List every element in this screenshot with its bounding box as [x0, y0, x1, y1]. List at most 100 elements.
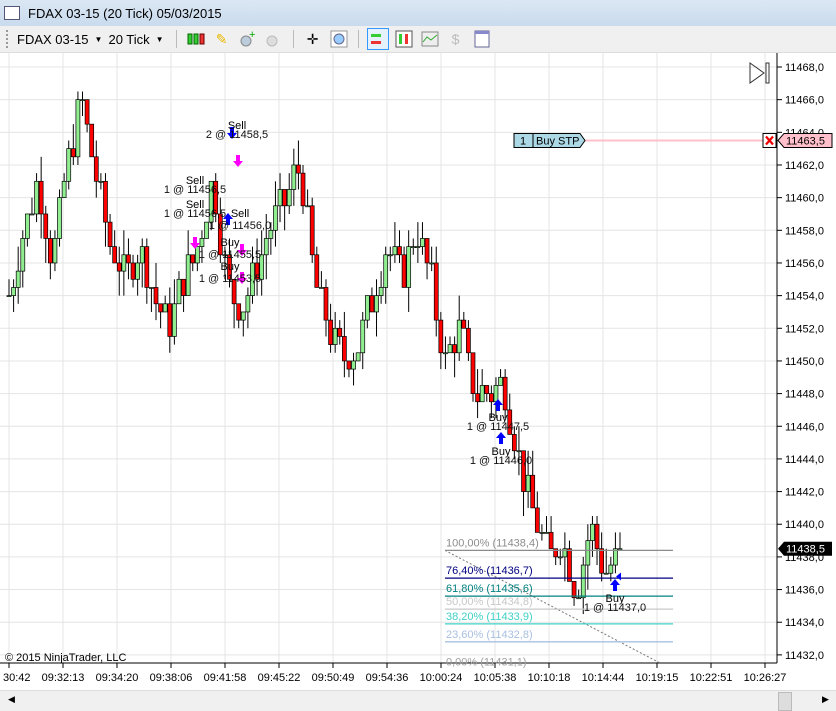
title-bar: FDAX 03-15 (20 Tick) 05/03/2015	[0, 0, 836, 26]
candle-body	[599, 548, 604, 574]
candle-body	[84, 99, 90, 125]
candlestick-style-icon[interactable]	[185, 28, 207, 50]
instrument-selector[interactable]: FDAX 03-15 ▼	[17, 32, 102, 47]
time-tick-label: 09:50:49	[312, 672, 355, 684]
candle-body	[369, 295, 375, 313]
candle-body	[608, 564, 614, 574]
candle-body	[167, 303, 173, 337]
price-tick-label: 11442,0	[785, 487, 824, 499]
fib-level-label: 0,00% (11431,1)	[446, 657, 527, 669]
price-tick-label: 11460,0	[785, 193, 824, 205]
candle-body	[364, 295, 370, 321]
fib-level-label: 100,00% (11438,4)	[446, 537, 539, 549]
crosshair-icon[interactable]: ✛	[302, 28, 324, 50]
strategies-icon[interactable]: $	[445, 28, 467, 50]
candle-body	[61, 180, 67, 198]
candle-body	[181, 278, 186, 296]
time-tick-label: 09:38:06	[150, 672, 193, 684]
zoom-in-icon[interactable]: +	[237, 28, 259, 50]
candle-body	[401, 254, 407, 288]
order-type: Buy STP	[536, 135, 579, 147]
time-tick-label: 09:45:22	[258, 672, 301, 684]
candle-body	[172, 303, 177, 337]
candle-body	[378, 287, 384, 296]
candle-body	[70, 148, 76, 158]
candle-body	[43, 213, 49, 239]
time-tick-label: 10:05:38	[474, 672, 517, 684]
time-tick-label: 10:22:51	[690, 672, 733, 684]
candle-body	[282, 189, 287, 207]
candle-body	[590, 523, 595, 541]
cancel-order-button[interactable]	[762, 132, 777, 148]
candle-body	[456, 319, 462, 354]
candle-body	[475, 393, 480, 403]
candle-body	[328, 319, 333, 345]
candle-body	[52, 238, 58, 264]
candle-body	[286, 189, 292, 207]
chart-trader-icon[interactable]	[366, 28, 389, 50]
toolbar-grip[interactable]	[6, 30, 9, 48]
price-chart[interactable]: 11468,011466,011464,011462,011460,011458…	[0, 53, 836, 690]
candle-body	[158, 303, 163, 313]
time-tick-label: 09:54:36	[366, 672, 409, 684]
candle-body	[126, 254, 131, 264]
play-icon	[749, 62, 765, 84]
candle-body	[420, 238, 425, 247]
magnifier-icon[interactable]	[328, 28, 350, 50]
last-price-label: 11438,5	[786, 544, 825, 556]
price-tick-label: 11436,0	[785, 585, 824, 597]
candle-body	[351, 360, 356, 370]
candle-body	[305, 205, 310, 208]
candle-body	[80, 99, 85, 102]
scroll-left-icon[interactable]: ◀	[8, 694, 15, 705]
time-tick-label: 10:19:15	[636, 672, 679, 684]
candle-body	[594, 523, 600, 550]
candle-body	[245, 295, 251, 313]
candle-body	[66, 148, 72, 182]
candle-body	[397, 246, 402, 256]
properties-icon[interactable]	[471, 28, 493, 50]
time-tick-label: 09:32:13	[42, 672, 85, 684]
candle-body	[337, 327, 343, 337]
buy-stop-order-label[interactable]: 1 Buy STP	[513, 132, 586, 148]
zoom-out-icon[interactable]	[263, 28, 285, 50]
candle-body	[392, 246, 398, 256]
candle-body	[567, 548, 572, 582]
candle-body	[530, 474, 536, 509]
candle-body	[452, 344, 457, 354]
scroll-right-icon[interactable]: ▶	[822, 694, 829, 705]
scroll-to-end-button[interactable]	[749, 62, 770, 84]
fib-level-label: 38,20% (11433,9)	[446, 611, 533, 623]
price-tick-label: 11454,0	[785, 291, 824, 303]
candle-body	[112, 246, 118, 264]
price-tick-label: 11462,0	[785, 160, 824, 172]
candle-body	[314, 254, 320, 288]
fib-level-label: 61,80% (11435,6)	[446, 583, 533, 595]
candle-body	[603, 572, 609, 575]
fib-level-label: 23,60% (11432,8)	[446, 629, 533, 641]
candle-body	[466, 327, 471, 354]
interval-selector[interactable]: 20 Tick ▼	[108, 32, 163, 47]
indicators-icon[interactable]	[419, 28, 441, 50]
price-tick-label: 11434,0	[785, 617, 824, 629]
candle-body	[240, 311, 246, 321]
candle-body	[139, 246, 145, 264]
copyright-label: © 2015 NinjaTrader, LLC	[5, 652, 127, 664]
candle-body	[342, 336, 347, 362]
svg-text:+: +	[249, 30, 255, 41]
pencil-draw-icon[interactable]: ✎	[211, 28, 233, 50]
price-tick-label: 11466,0	[785, 95, 824, 107]
scroll-thumb[interactable]	[778, 692, 792, 711]
candle-body	[300, 172, 306, 207]
bar-chart-icon[interactable]	[393, 28, 415, 50]
horizontal-scrollbar[interactable]: ◀ ▶	[0, 690, 836, 711]
candle-body	[98, 180, 104, 183]
candle-body	[273, 205, 278, 231]
execution-side-label: Buy	[221, 237, 240, 249]
price-tick-label: 11468,0	[785, 62, 824, 74]
execution-fill-label: 1 @ 11456,5	[164, 208, 226, 220]
candle-body	[489, 393, 494, 403]
candle-body	[291, 164, 297, 190]
price-tick-label: 11450,0	[785, 356, 824, 368]
candle-body	[576, 597, 582, 600]
